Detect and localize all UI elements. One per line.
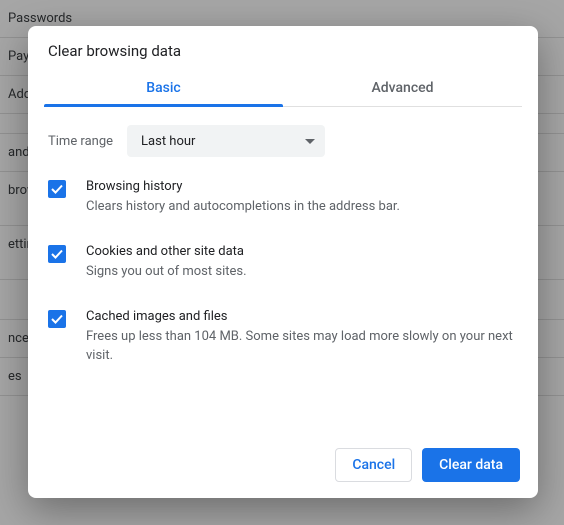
- option-desc: Frees up less than 104 MB. Some sites ma…: [86, 328, 518, 364]
- checkbox-browsing-history[interactable]: [48, 180, 66, 198]
- option-desc: Signs you out of most sites.: [86, 263, 518, 281]
- chevron-down-icon: [305, 139, 315, 144]
- option-cookies: Cookies and other site data Signs you ou…: [48, 244, 518, 281]
- option-text: Browsing history Clears history and auto…: [86, 179, 518, 216]
- check-icon: [50, 312, 64, 326]
- time-range-label: Time range: [48, 134, 113, 149]
- option-title: Cached images and files: [86, 309, 518, 324]
- option-text: Cookies and other site data Signs you ou…: [86, 244, 518, 281]
- option-title: Cookies and other site data: [86, 244, 518, 259]
- dialog-tabs: Basic Advanced: [44, 74, 522, 107]
- checkbox-cookies[interactable]: [48, 245, 66, 263]
- time-range-select[interactable]: Last hour: [127, 125, 325, 157]
- time-range-value: Last hour: [141, 134, 195, 149]
- dialog-footer: Cancel Clear data: [28, 434, 538, 498]
- clear-browsing-data-dialog: Clear browsing data Basic Advanced Time …: [28, 26, 538, 498]
- cancel-button[interactable]: Cancel: [335, 448, 412, 482]
- dialog-title: Clear browsing data: [28, 26, 538, 74]
- option-desc: Clears history and autocompletions in th…: [86, 198, 518, 216]
- check-icon: [50, 247, 64, 261]
- check-icon: [50, 182, 64, 196]
- option-title: Browsing history: [86, 179, 518, 194]
- option-cached: Cached images and files Frees up less th…: [48, 309, 518, 364]
- checkbox-cached[interactable]: [48, 310, 66, 328]
- option-text: Cached images and files Frees up less th…: [86, 309, 518, 364]
- tab-basic[interactable]: Basic: [44, 74, 283, 106]
- time-range-row: Time range Last hour: [48, 125, 518, 157]
- dialog-body: Time range Last hour Browsing history Cl…: [28, 107, 538, 434]
- tab-advanced[interactable]: Advanced: [283, 74, 522, 106]
- clear-data-button[interactable]: Clear data: [422, 448, 520, 482]
- option-browsing-history: Browsing history Clears history and auto…: [48, 179, 518, 216]
